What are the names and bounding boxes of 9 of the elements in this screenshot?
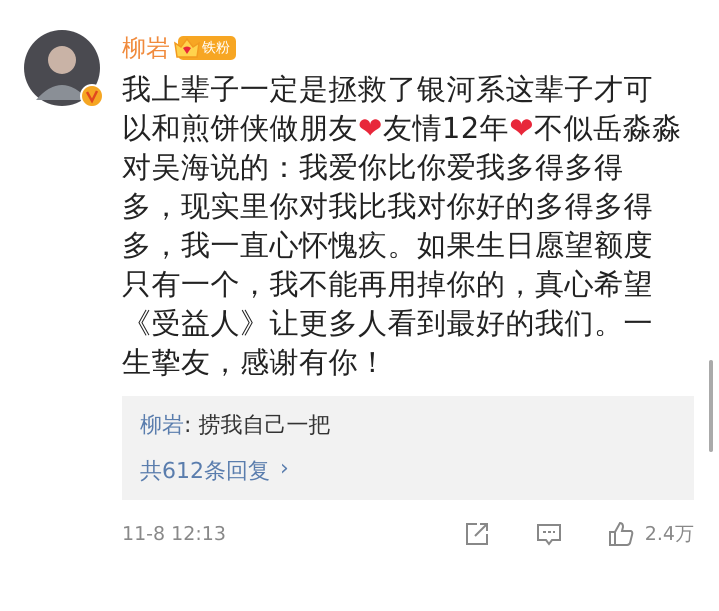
timestamp: 11-8 12:13 <box>122 523 227 545</box>
verified-icon <box>80 84 104 108</box>
like-count: 2.4万 <box>644 522 694 547</box>
comment-text: 我上辈子一定是拯救了银河系这辈子才可以和煎饼侠做朋友❤友情12年❤不似岳淼淼对吴海说的：我爱你比你爱我多得多得多，现实里你对我比我对你好的多得多得多，我一直心怀愧疚。如果生日愿望额度只有一个，我不能再用掉你的，真心希望《受益人》让更多人看到最好的我们。一生挚友，感谢有你！ <box>122 71 682 381</box>
reply-text: 柳岩: 捞我自己一把 <box>140 412 332 440</box>
thumbs-up-icon[interactable] <box>606 520 635 548</box>
author-name[interactable]: 柳岩 <box>122 32 170 64</box>
crown-icon <box>172 35 202 61</box>
reply-count-link[interactable]: 共612条回复 › <box>140 456 676 486</box>
